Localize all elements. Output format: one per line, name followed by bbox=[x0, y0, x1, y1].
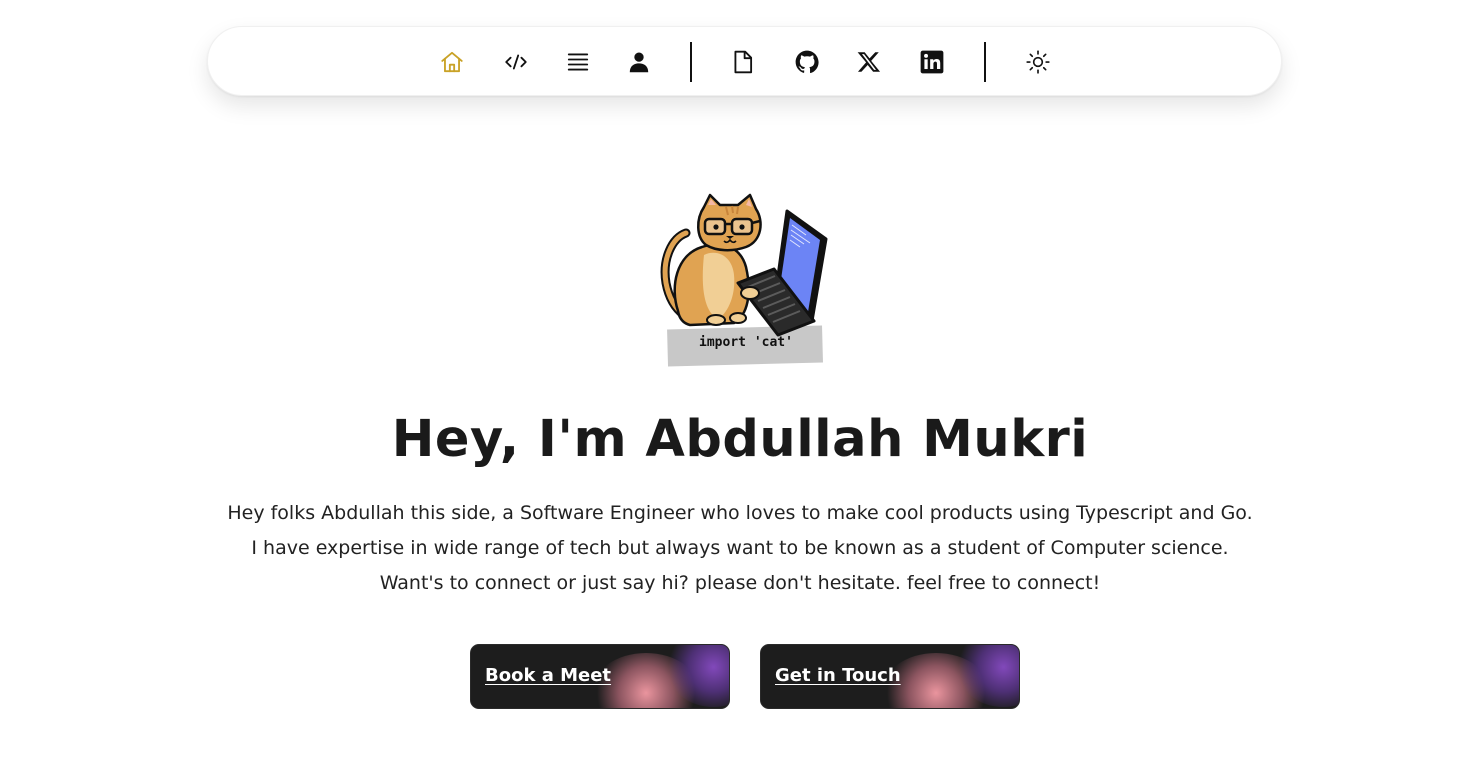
book-meet-button[interactable]: Book a Meet bbox=[470, 644, 730, 709]
bio-line: Want's to connect or just say hi? please… bbox=[379, 572, 1101, 594]
x-icon[interactable] bbox=[855, 48, 883, 76]
bio-paragraph: Hey folks Abdullah this side, a Software… bbox=[0, 496, 1480, 601]
top-navbar bbox=[207, 26, 1282, 96]
home-icon[interactable] bbox=[438, 48, 466, 76]
avatar-caption: import 'cat' bbox=[699, 335, 793, 350]
book-meet-label: Book a Meet bbox=[485, 665, 612, 686]
user-icon[interactable] bbox=[625, 48, 653, 76]
code-icon[interactable] bbox=[502, 48, 530, 76]
hero-title: Hey, I'm Abdullah Mukri bbox=[391, 410, 1089, 469]
get-in-touch-label: Get in Touch bbox=[775, 665, 901, 686]
cat-laptop-illustration: import 'cat' bbox=[660, 193, 828, 370]
bio-line: Hey folks Abdullah this side, a Software… bbox=[227, 502, 1253, 524]
file-icon[interactable] bbox=[729, 48, 757, 76]
linkedin-icon[interactable] bbox=[918, 48, 946, 76]
bio-line: I have expertise in wide range of tech b… bbox=[251, 537, 1229, 559]
nav-divider bbox=[690, 42, 692, 82]
nav-divider bbox=[984, 42, 986, 82]
list-icon[interactable] bbox=[564, 48, 592, 76]
sun-icon[interactable] bbox=[1024, 48, 1052, 76]
github-icon[interactable] bbox=[793, 48, 821, 76]
get-in-touch-button[interactable]: Get in Touch bbox=[760, 644, 1020, 709]
